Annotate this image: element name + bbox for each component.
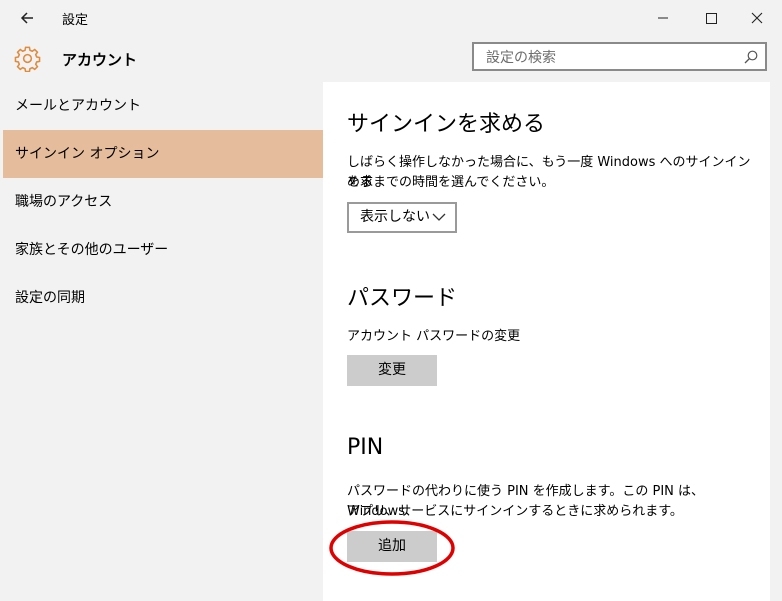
maximize-button[interactable] xyxy=(688,4,734,32)
maximize-icon xyxy=(706,13,717,24)
sidebar-item-email-accounts[interactable]: メールとアカウント xyxy=(3,82,323,130)
password-title: パスワード xyxy=(347,286,458,311)
signin-required-title: サインインを求める xyxy=(347,112,546,137)
back-arrow-icon xyxy=(20,12,33,24)
password-description: アカウント パスワードの変更 xyxy=(347,329,521,344)
search-icon[interactable] xyxy=(743,49,759,65)
signin-required-dropdown[interactable]: 表示しない xyxy=(347,202,457,233)
dropdown-selected-value: 表示しない xyxy=(360,209,430,225)
window-title: 設定 xyxy=(62,13,89,28)
sidebar-item-signin-options[interactable]: サインイン オプション xyxy=(3,130,323,178)
title-bar: 設定 xyxy=(0,0,782,36)
close-icon xyxy=(751,12,763,24)
window-edge xyxy=(770,36,782,601)
search-input[interactable] xyxy=(484,47,738,69)
search-box[interactable] xyxy=(472,42,767,71)
minimize-icon xyxy=(658,17,668,19)
add-pin-button[interactable]: 追加 xyxy=(347,531,437,562)
change-password-button[interactable]: 変更 xyxy=(347,355,437,386)
chevron-down-icon xyxy=(432,213,446,221)
page-title: アカウント xyxy=(62,51,138,69)
minimize-button[interactable] xyxy=(640,4,686,32)
close-button[interactable] xyxy=(734,4,780,32)
gear-icon xyxy=(14,46,41,72)
sidebar-item-work-access[interactable]: 職場のアクセス xyxy=(3,178,323,226)
back-button[interactable] xyxy=(17,8,39,28)
sidebar-item-sync-settings[interactable]: 設定の同期 xyxy=(3,274,323,322)
pin-title: PIN xyxy=(347,435,384,460)
pin-description-line2: アプリ、サービスにサインインするときに求められます。 xyxy=(347,504,683,519)
signin-required-description-line2: めるまでの時間を選んでください。 xyxy=(347,175,555,190)
sidebar-item-family-users[interactable]: 家族とその他のユーザー xyxy=(3,226,323,274)
settings-window: 設定 アカウント 設定の検索 メールとアカウント サインイン オプション 職場の… xyxy=(0,0,782,601)
sidebar: メールとアカウント サインイン オプション 職場のアクセス 家族とその他のユーザ… xyxy=(0,82,323,601)
